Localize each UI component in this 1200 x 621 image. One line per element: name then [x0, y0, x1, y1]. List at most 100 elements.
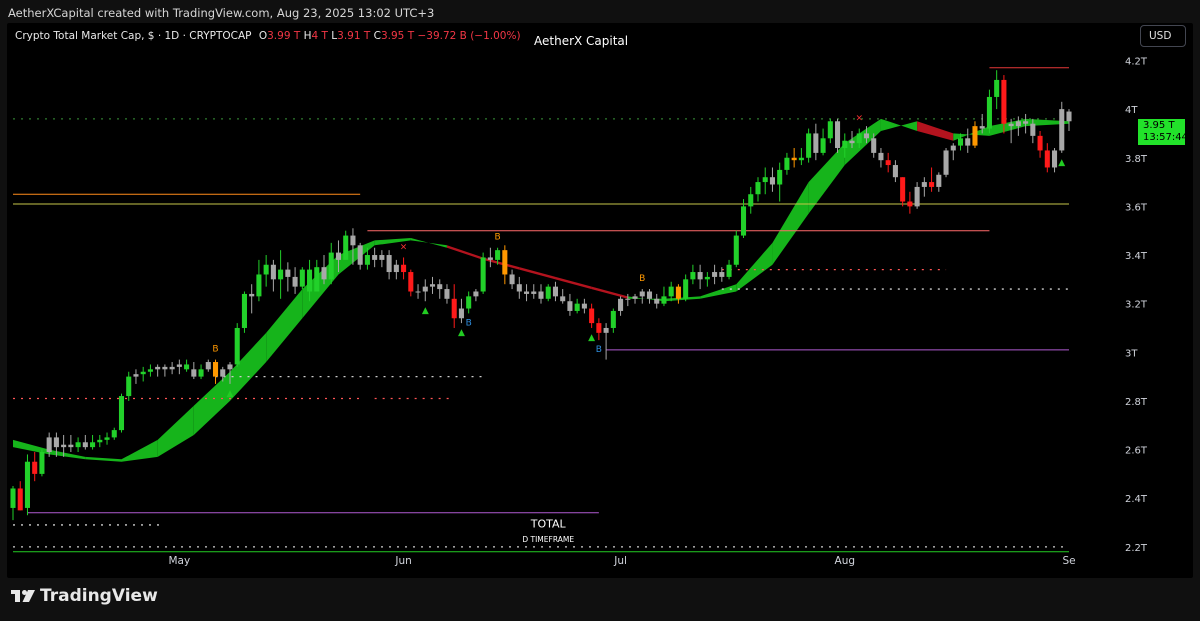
- y-axis-tick-label: 3.2T: [1125, 300, 1148, 311]
- candle-body: [191, 369, 197, 377]
- candle-body: [661, 296, 667, 304]
- candle-body: [292, 276, 298, 287]
- candle-body: [444, 289, 450, 299]
- candle-body: [610, 310, 616, 328]
- candle-body: [1066, 111, 1072, 122]
- candle-body: [589, 308, 595, 324]
- candle-body: [596, 323, 602, 333]
- chart-annotation: D TIMEFRAME: [522, 535, 574, 544]
- trend-ribbon-segment: [591, 286, 628, 299]
- candle-body: [1023, 121, 1029, 124]
- signal-marker: B: [212, 345, 218, 355]
- candle-body: [270, 264, 276, 280]
- candle-body: [198, 369, 204, 377]
- legend-open-label: O: [258, 30, 268, 42]
- x-axis-tick-label: Se: [1062, 555, 1075, 567]
- candle-body: [733, 235, 739, 265]
- candle-body: [227, 364, 233, 370]
- created-by-text: AetherXCapital created with TradingView.…: [8, 6, 435, 20]
- signal-marker: B: [466, 318, 472, 328]
- symbol-legend[interactable]: Crypto Total Market Cap, $ · 1D · CRYPTO…: [15, 30, 521, 42]
- candle-body: [914, 186, 920, 207]
- candle-body: [249, 293, 255, 297]
- signal-marker: B: [596, 345, 602, 355]
- trend-ribbon-segment: [917, 121, 954, 141]
- candle-body: [849, 140, 855, 144]
- candle-body: [545, 286, 551, 299]
- candle-body: [856, 133, 862, 144]
- candle-body: [560, 296, 566, 302]
- candle-body: [936, 174, 942, 187]
- trend-ribbon-segment: [157, 405, 194, 457]
- candle-body: [552, 286, 558, 297]
- trend-ribbon-segment: [193, 371, 230, 435]
- y-axis-tick-label: 2.4T: [1125, 494, 1148, 505]
- candle-body: [321, 267, 327, 280]
- candle-body: [335, 252, 342, 260]
- candle-body: [502, 250, 508, 275]
- trend-ribbon-segment: [519, 267, 556, 280]
- candle-body: [994, 79, 1000, 97]
- candle-body: [386, 255, 392, 273]
- candle-body: [39, 452, 45, 474]
- candle-body: [241, 293, 247, 328]
- candle-body: [618, 298, 624, 311]
- candle-body: [1037, 135, 1043, 151]
- candle-body: [762, 177, 768, 183]
- chart-pane[interactable]: B × B B B B × ▲ ▲ ▲ ▲ ▲ TOTAL D TIMEFRAME 4.2T 4T 3.8T 3.…: [7, 23, 1193, 578]
- candle-body: [379, 255, 385, 260]
- candle-body: [574, 303, 580, 311]
- candle-body: [683, 279, 689, 299]
- candle-body: [61, 444, 67, 448]
- price-chart[interactable]: B × B B B B × ▲ ▲ ▲ ▲ ▲ TOTAL D TIMEFRAME 4.2T 4T 3.8T 3.…: [7, 23, 1193, 578]
- candle-body: [950, 145, 956, 151]
- candle-body: [921, 182, 927, 187]
- candle-body: [350, 235, 356, 246]
- candle-body: [907, 201, 913, 207]
- signal-marker: ▲: [588, 333, 595, 343]
- candle-body: [205, 362, 211, 370]
- candle-body: [169, 366, 175, 370]
- candle-body: [878, 152, 884, 161]
- trend-ribbon-segment: [880, 118, 918, 131]
- candle-body: [220, 369, 226, 377]
- candle-body: [278, 269, 284, 280]
- candle-body: [806, 133, 812, 158]
- candle-body: [256, 274, 262, 297]
- y-axis-tick-label: 4.2T: [1125, 56, 1148, 67]
- candle-body: [46, 437, 52, 452]
- trend-ribbon-segment: [555, 276, 592, 290]
- currency-button[interactable]: USD: [1140, 25, 1186, 47]
- trend-ribbon-segment: [663, 296, 701, 302]
- candle-body: [1015, 121, 1021, 127]
- candle-body: [133, 374, 139, 377]
- candle-body: [285, 269, 291, 277]
- candle-body: [480, 257, 486, 292]
- trend-ribbon-segment: [85, 456, 122, 462]
- trend-ribbon-segment: [772, 182, 809, 265]
- candle-body: [393, 264, 399, 273]
- legend-symbol[interactable]: Crypto Total Market Cap, $ · 1D · CRYPTO…: [15, 30, 252, 42]
- y-axis-tick-label: 2.8T: [1125, 397, 1148, 408]
- y-axis-tick-label: 3.8T: [1125, 154, 1148, 165]
- legend-close-label: C: [373, 30, 381, 42]
- tradingview-logo[interactable]: TradingView: [10, 586, 158, 606]
- candle-body: [835, 121, 841, 149]
- legend-high-value: 4 T: [311, 30, 328, 42]
- candle-body: [900, 177, 906, 202]
- x-axis-tick-label: Aug: [835, 555, 856, 567]
- candle-body: [364, 255, 370, 265]
- y-axis-tick-label: 3.4T: [1125, 251, 1148, 262]
- candle-body: [668, 286, 674, 297]
- candle-body: [957, 138, 964, 146]
- candle-body: [307, 269, 313, 292]
- candle-body: [632, 296, 638, 299]
- candle-body: [740, 206, 747, 236]
- candle-body: [871, 138, 877, 153]
- candle-body: [487, 257, 493, 260]
- candle-body: [32, 461, 38, 474]
- trend-ribbon-segment: [121, 439, 158, 462]
- tradingview-logo-icon: [11, 590, 35, 602]
- candle-body: [458, 308, 464, 319]
- trend-ribbon-segment: [808, 143, 845, 214]
